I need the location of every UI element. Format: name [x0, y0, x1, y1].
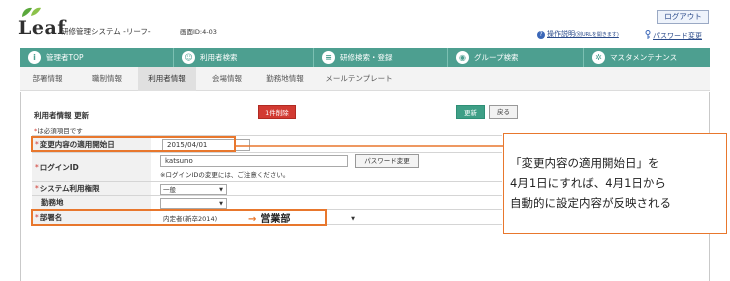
nav-label: グループ検索: [474, 53, 519, 62]
required-mark: *: [35, 184, 39, 193]
logout-button[interactable]: ログアウト: [657, 10, 709, 24]
chevron-down-icon: ▼: [219, 201, 223, 207]
chevron-down-icon: ▼: [351, 216, 355, 222]
nav-label: 管理者TOP: [46, 53, 84, 62]
chevron-down-icon: ▼: [219, 187, 223, 193]
system-name: 研修管理システム -リーフ-: [61, 27, 151, 36]
leaf-logo[interactable]: Leaf: [18, 6, 65, 39]
help-link[interactable]: ? 操作説明(別URLを開きます): [537, 29, 619, 39]
password-change-button[interactable]: パスワード変更: [355, 154, 419, 168]
main-nav: i 管理者TOP ☺ 利用者検索 ≡ 研修検索・登録 ◉ グループ検索 ✲ マス…: [20, 48, 710, 67]
list-icon: ≡: [322, 51, 335, 64]
field-label: 勤務地: [32, 196, 151, 209]
field-label: * ログインID: [32, 153, 151, 181]
sub-nav: 部署情報 職制情報 利用者情報 会場情報 勤務地情報 メールテンプレート: [20, 67, 710, 91]
callout-line: 自動的に設定内容が反映される: [510, 196, 671, 210]
field-value: ▼: [152, 196, 502, 209]
tab-work-location[interactable]: 勤務地情報: [256, 67, 314, 91]
row-permission: * システム利用権限 一般 ▼: [32, 181, 502, 195]
nav-item-training-search[interactable]: ≡ 研修検索・登録: [314, 48, 448, 67]
nav-item-group-search[interactable]: ◉ グループ検索: [448, 48, 584, 67]
field-value: katsuno パスワード変更 ※ログインIDの変更には、ご注意ください。: [152, 153, 502, 181]
gear-icon: ✲: [592, 51, 605, 64]
field-value: 一般 ▼: [152, 182, 502, 195]
field-label: * システム利用権限: [32, 182, 151, 195]
key-icon: [645, 30, 651, 39]
required-mark: *: [35, 162, 39, 172]
nav-item-master-maintenance[interactable]: ✲ マスタメンテナンス: [584, 48, 710, 67]
help-icon: ?: [537, 31, 545, 39]
nav-item-admin-top[interactable]: i 管理者TOP: [20, 48, 174, 67]
tab-position[interactable]: 職制情報: [82, 67, 132, 91]
work-location-select[interactable]: ▼: [160, 198, 227, 209]
connector-line: [236, 145, 504, 147]
row-login-id: * ログインID katsuno パスワード変更 ※ログインIDの変更には、ご注意…: [32, 152, 502, 181]
help-link-sub: (別URLを開きます): [575, 32, 619, 38]
permission-value: 一般: [163, 186, 176, 194]
row-work-location: 勤務地 ▼: [32, 195, 502, 209]
form-title: 利用者情報 更新: [34, 111, 90, 120]
arrow-icon: →: [248, 214, 257, 225]
highlight-effective-date: [31, 136, 236, 152]
permission-select[interactable]: 一般 ▼: [160, 184, 227, 195]
field-label-text: ログインID: [39, 162, 79, 172]
update-button[interactable]: 更新: [456, 105, 485, 119]
callout-line: 4月1日にすれば、4月1日から: [510, 176, 666, 190]
nav-label: 利用者検索: [200, 53, 238, 62]
tab-department[interactable]: 部署情報: [20, 67, 75, 91]
field-label-text: 勤務地: [41, 198, 64, 207]
nav-item-user-search[interactable]: ☺ 利用者検索: [174, 48, 314, 67]
back-button[interactable]: 戻る: [489, 105, 518, 119]
explanation-callout: 「変更内容の適用開始日」を 4月1日にすれば、4月1日から 自動的に設定内容が反…: [503, 133, 727, 234]
tab-venue[interactable]: 会場情報: [202, 67, 252, 91]
password-change-label: パスワード変更: [653, 32, 702, 40]
screen-id: 画面ID:4-03: [180, 28, 217, 36]
new-department-text: 営業部: [260, 214, 291, 225]
department-change-annotation: → 営業部: [248, 210, 290, 225]
nav-label: マスタメンテナンス: [610, 53, 678, 62]
nav-label: 研修検索・登録: [340, 53, 393, 62]
required-note-text: は必須項目です: [37, 127, 83, 135]
group-icon: ◉: [456, 51, 469, 64]
logo-text: Leaf: [18, 17, 66, 39]
delete-button[interactable]: 1件削除: [258, 105, 296, 119]
callout-line: 「変更内容の適用開始日」を: [510, 156, 660, 170]
tab-user-info[interactable]: 利用者情報: [138, 67, 196, 91]
app-header: Leaf 研修管理システム -リーフ- 画面ID:4-03 ログアウト ? 操作説…: [0, 0, 730, 44]
user-icon: ☺: [182, 51, 195, 64]
info-icon: i: [28, 51, 41, 64]
required-note: *は必須項目です: [34, 125, 83, 135]
password-change-link[interactable]: パスワード変更: [645, 29, 702, 41]
field-label-text: システム利用権限: [39, 184, 100, 193]
login-id-input[interactable]: katsuno: [160, 155, 348, 167]
help-link-label: 操作説明: [547, 30, 575, 38]
login-id-note: ※ログインIDの変更には、ご注意ください。: [160, 171, 290, 179]
tab-mail-template[interactable]: メールテンプレート: [320, 67, 398, 91]
